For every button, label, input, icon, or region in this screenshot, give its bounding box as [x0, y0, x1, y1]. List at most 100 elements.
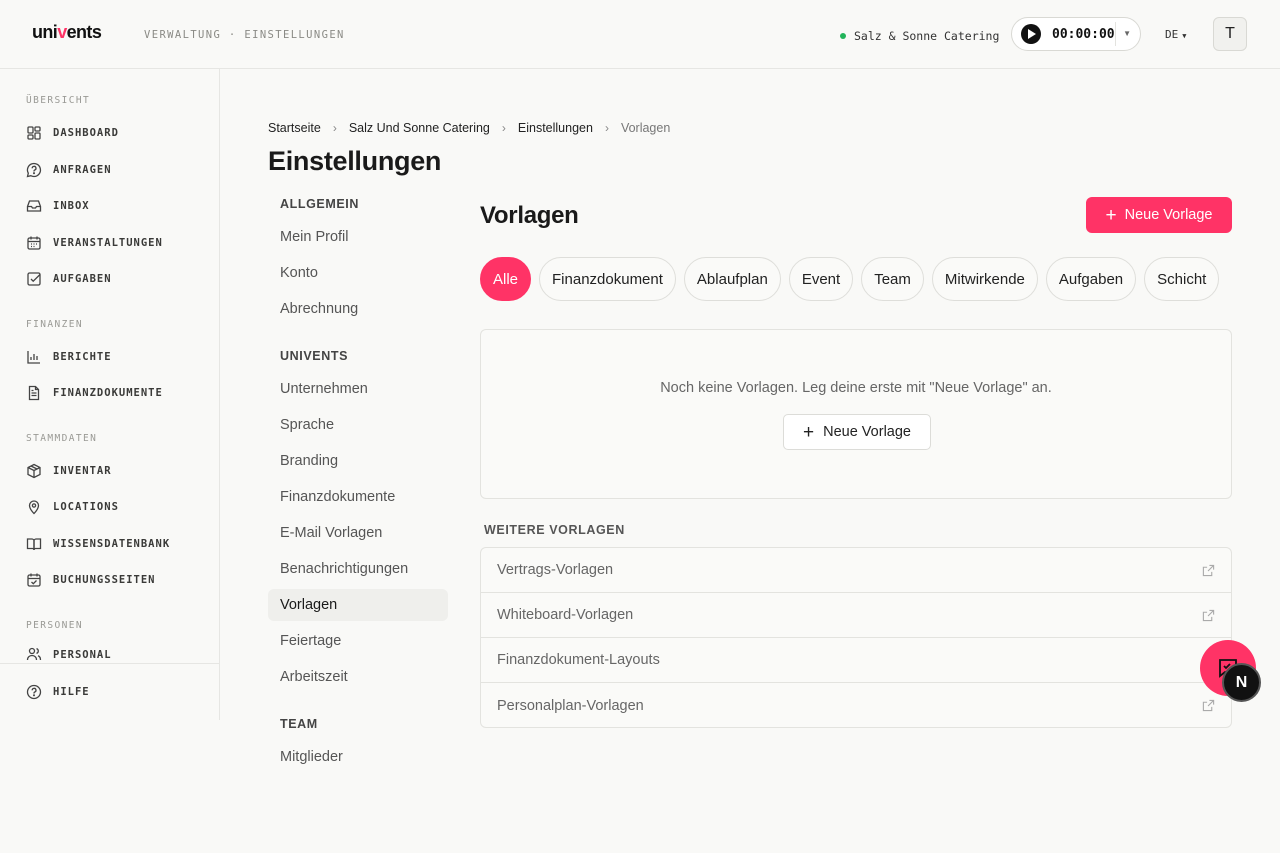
language-switcher[interactable]: DE ▼: [1165, 28, 1186, 41]
help-circle-icon: [26, 684, 42, 700]
filter-event[interactable]: Event: [788, 257, 854, 301]
sidebar-item-label: LOCATIONS: [53, 501, 119, 513]
settings-item-language[interactable]: Sprache: [268, 409, 448, 441]
book-icon: [26, 538, 42, 551]
timer-divider: [1115, 22, 1116, 46]
empty-new-template-button[interactable]: + Neue Vorlage: [783, 414, 931, 450]
sidebar-item-label: INBOX: [53, 200, 90, 212]
sidebar-item-requests[interactable]: ANFRAGEN: [26, 158, 206, 182]
sidebar-item-booking-pages[interactable]: BUCHUNGSSEITEN: [26, 568, 206, 592]
dashboard-icon: [27, 126, 41, 140]
more-templates-heading: WEITERE VORLAGEN: [484, 523, 625, 537]
sidebar-item-label: INVENTAR: [53, 465, 112, 477]
assistant-badge[interactable]: N: [1222, 663, 1261, 702]
sidebar-item-label: BERICHTE: [53, 351, 112, 363]
sidebar-item-locations[interactable]: LOCATIONS: [26, 495, 206, 519]
company-name: Salz & Sonne Catering: [854, 29, 1000, 43]
sidebar-divider: [0, 663, 219, 664]
settings-group-univents: UNIVENTS: [280, 349, 349, 363]
link-whiteboard-templates[interactable]: Whiteboard-Vorlagen: [481, 593, 1231, 638]
external-link-icon: [1202, 564, 1215, 577]
external-link-icon: [1202, 609, 1215, 622]
plus-icon: +: [803, 421, 815, 443]
chevron-down-icon: ▼: [1182, 32, 1187, 40]
sidebar-item-label: DASHBOARD: [53, 127, 119, 139]
time-tracker: 00:00:00 ▼: [1011, 17, 1141, 51]
breadcrumb-home[interactable]: Startseite: [268, 121, 321, 135]
more-templates-list: Vertrags-Vorlagen Whiteboard-Vorlagen Fi…: [480, 547, 1232, 728]
logo-text-accent: v: [57, 22, 67, 42]
chevron-down-icon[interactable]: ▼: [1123, 29, 1131, 38]
settings-item-company[interactable]: Unternehmen: [268, 373, 448, 405]
status-dot: [840, 33, 846, 39]
link-label: Whiteboard-Vorlagen: [497, 607, 634, 623]
breadcrumb-company[interactable]: Salz Und Sonne Catering: [349, 121, 490, 135]
sidebar-item-label: ANFRAGEN: [53, 164, 112, 176]
document-icon: [28, 385, 40, 401]
settings-item-account[interactable]: Konto: [268, 257, 448, 289]
settings-item-holidays[interactable]: Feiertage: [268, 625, 448, 657]
breadcrumb: Startseite › Salz Und Sonne Catering › E…: [268, 121, 670, 135]
chevron-right-icon: ›: [332, 121, 337, 135]
sidebar-item-dashboard[interactable]: DASHBOARD: [26, 121, 206, 145]
sidebar-section-people: PERSONEN: [26, 620, 83, 631]
link-label: Finanzdokument-Layouts: [497, 652, 660, 668]
logo[interactable]: univents: [32, 22, 102, 43]
filter-tasks[interactable]: Aufgaben: [1045, 257, 1137, 301]
checkbox-icon: [27, 272, 41, 286]
settings-item-templates[interactable]: Vorlagen: [268, 589, 448, 621]
settings-item-members[interactable]: Mitglieder: [268, 741, 448, 773]
sidebar-item-reports[interactable]: BERICHTE: [26, 345, 206, 369]
calendar-check-icon: [27, 573, 41, 587]
empty-state-text: Noch keine Vorlagen. Leg deine erste mit…: [660, 380, 1052, 396]
sidebar-item-label: PERSONAL: [53, 649, 112, 661]
filter-team[interactable]: Team: [861, 257, 924, 301]
sidebar-item-label: HILFE: [53, 686, 90, 698]
sidebar-item-label: FINANZDOKUMENTE: [53, 387, 163, 399]
question-circle-icon: [26, 162, 42, 178]
breadcrumb-current: Vorlagen: [620, 121, 671, 135]
new-template-button-label: Neue Vorlage: [1124, 207, 1213, 223]
company-switcher[interactable]: Salz & Sonne Catering: [840, 29, 999, 43]
settings-item-branding[interactable]: Branding: [268, 445, 448, 477]
link-label: Personalplan-Vorlagen: [497, 697, 644, 714]
filter-finance-document[interactable]: Finanzdokument: [539, 257, 676, 301]
settings-item-billing[interactable]: Abrechnung: [268, 293, 448, 325]
new-template-button[interactable]: + Neue Vorlage: [1086, 197, 1232, 233]
sidebar-item-knowledge-base[interactable]: WISSENSDATENBANK: [26, 532, 206, 556]
link-contract-templates[interactable]: Vertrags-Vorlagen: [481, 548, 1231, 593]
settings-item-email-templates[interactable]: E-Mail Vorlagen: [268, 517, 448, 549]
filter-all[interactable]: Alle: [480, 257, 532, 301]
link-label: Vertrags-Vorlagen: [497, 562, 614, 578]
settings-item-notifications[interactable]: Benachrichtigungen: [268, 553, 448, 585]
play-icon[interactable]: [1021, 24, 1041, 44]
settings-item-working-time[interactable]: Arbeitszeit: [268, 661, 448, 693]
link-staffing-templates[interactable]: Personalplan-Vorlagen: [481, 683, 1231, 727]
empty-new-template-label: Neue Vorlage: [823, 424, 911, 440]
logo-text-suffix: ents: [66, 22, 102, 42]
sidebar-item-events[interactable]: VERANSTALTUNGEN: [26, 231, 206, 255]
sidebar-item-finance-docs[interactable]: FINANZDOKUMENTE: [26, 381, 206, 405]
settings-item-profile[interactable]: Mein Profil: [268, 221, 448, 253]
sidebar-item-help[interactable]: HILFE: [26, 680, 206, 704]
sidebar-item-inventory[interactable]: INVENTAR: [26, 459, 206, 483]
sidebar-item-staff[interactable]: PERSONAL: [26, 646, 206, 664]
users-icon: [26, 647, 42, 661]
user-avatar[interactable]: T: [1213, 17, 1247, 51]
sidebar-item-label: AUFGABEN: [53, 273, 112, 285]
top-bar: univents VERWALTUNG · EINSTELLUNGEN Salz…: [0, 0, 1280, 69]
template-filter-tabs: Alle Finanzdokument Ablaufplan Event Tea…: [480, 257, 1220, 301]
link-finance-layouts[interactable]: Finanzdokument-Layouts: [481, 638, 1231, 683]
settings-item-finance-docs[interactable]: Finanzdokumente: [268, 481, 448, 513]
breadcrumb-settings[interactable]: Einstellungen: [518, 121, 593, 135]
timer-value: 00:00:00: [1052, 26, 1115, 42]
sidebar-item-inbox[interactable]: INBOX: [26, 194, 206, 218]
filter-schedule[interactable]: Ablaufplan: [683, 257, 781, 301]
sidebar-item-tasks[interactable]: AUFGABEN: [26, 267, 206, 291]
filter-shift[interactable]: Schicht: [1144, 257, 1220, 301]
page-title: Einstellungen: [268, 146, 442, 176]
section-title: Vorlagen: [480, 202, 579, 229]
sidebar-item-label: WISSENSDATENBANK: [53, 538, 171, 550]
settings-group-team: TEAM: [280, 717, 318, 731]
filter-contributors[interactable]: Mitwirkende: [931, 257, 1038, 301]
